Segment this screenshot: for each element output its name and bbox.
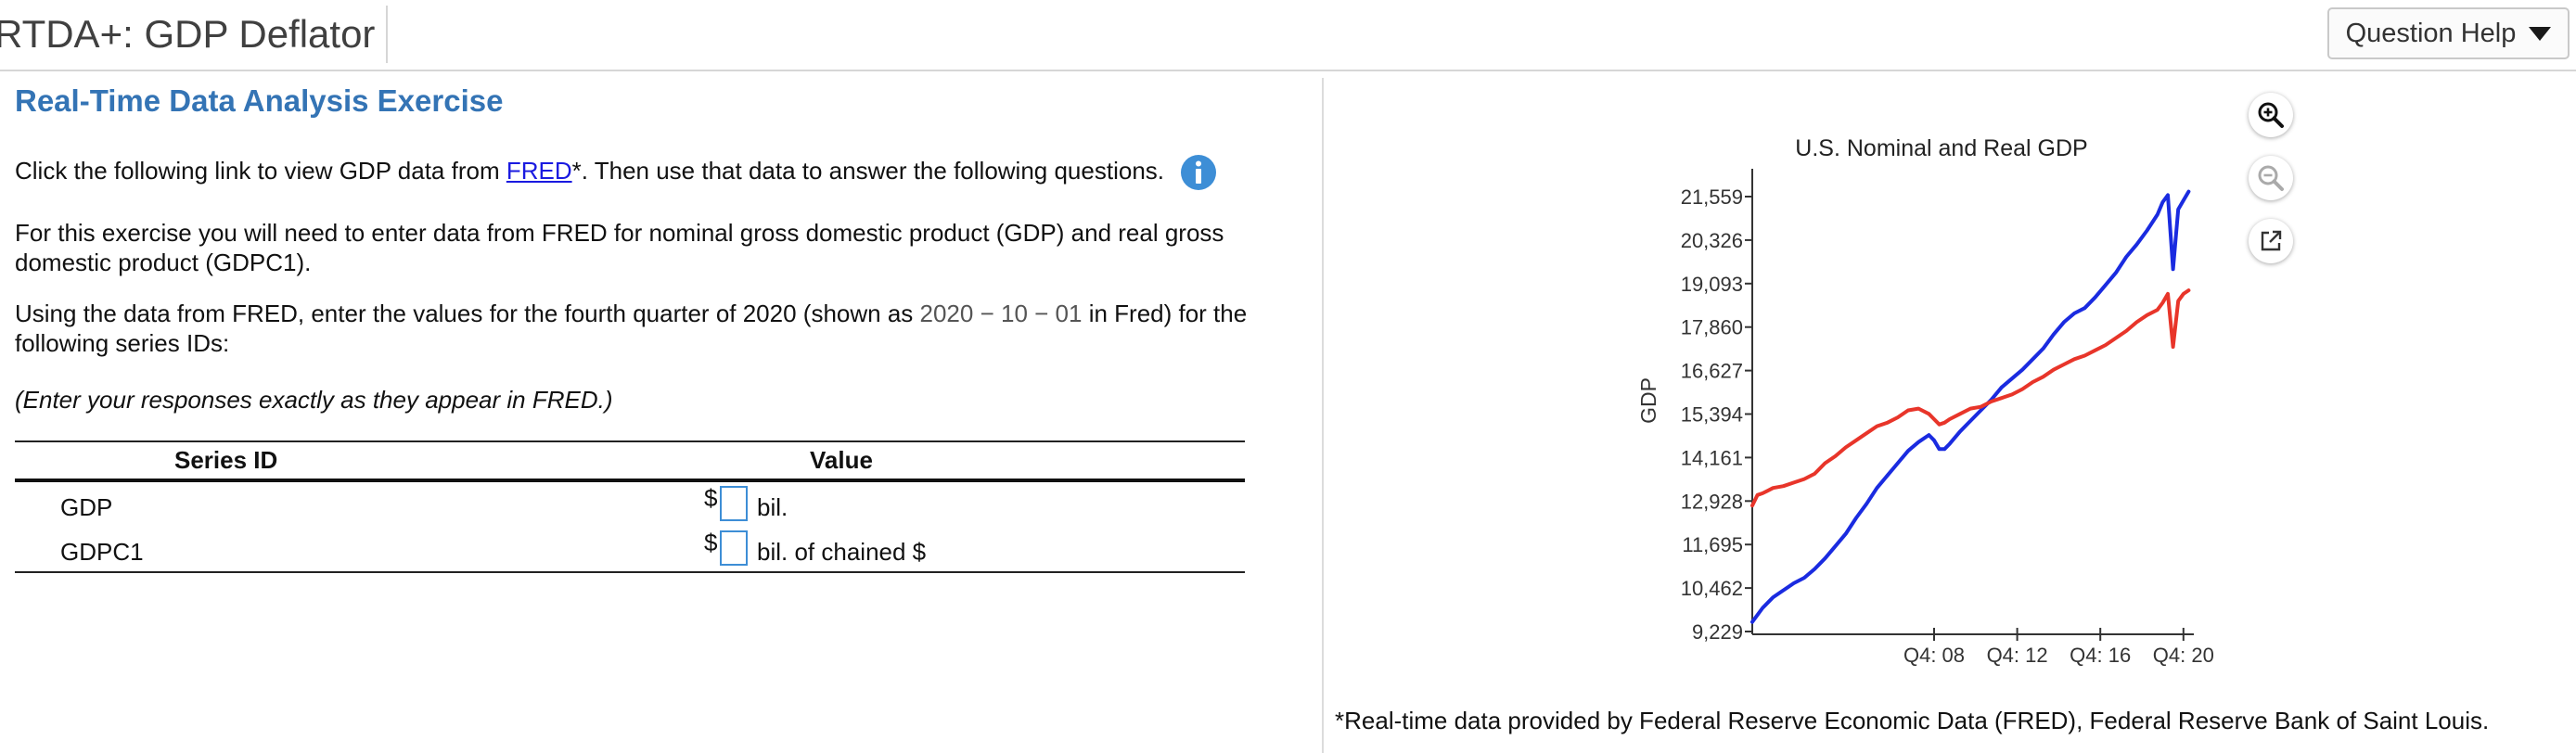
info-icon[interactable] [1180,154,1217,191]
date-paragraph-before: Using the data from FRED, enter the valu… [15,300,920,327]
intro-before-link: Click the following link to view GDP dat… [15,157,506,185]
y-tick-label: 12,928 [1681,490,1743,513]
gdp-value-input[interactable] [720,486,748,521]
header-series-id: Series ID [174,446,278,474]
question-help-button[interactable]: Question Help [2327,7,2570,59]
x-tick-label: Q4: 16 [2070,644,2131,667]
answer-table: Series ID Value GDP $ bil. GDPC1 $ bil. … [15,440,1245,573]
y-axis-label: GDP [1636,377,1660,424]
date-value: 2020 − 10 − 01 [919,300,1083,327]
table-header: Series ID Value [15,442,1245,482]
panel-divider [1322,78,1324,753]
table-row: GDP $ bil. [15,482,1245,527]
unit-label: bil. [757,493,788,521]
question-help-label: Question Help [2345,18,2517,48]
x-tick-label: Q4: 08 [1903,644,1965,667]
chart-axes: 9,229 10,462 11,695 12,928 14,161 15,394 16,62… [1681,169,2214,667]
y-tick-label: 10,462 [1681,577,1743,600]
zoom-in-icon [2258,102,2284,128]
gdp-chart: U.S. Nominal and Real GDP GDP 9,229 10,46… [1636,135,2214,667]
header-value: Value [810,446,873,474]
y-tick-label: 17,860 [1681,316,1743,339]
y-tick-label: 15,394 [1681,403,1743,427]
real-gdp-line [1750,288,2191,508]
table-bottom-rule [15,571,1245,573]
currency-symbol: $ [704,529,718,556]
footnote: *Real-time data provided by Federal Rese… [1335,707,2490,734]
y-tick-label: 19,093 [1681,273,1743,296]
app-title: RTDA+: GDP Deflator [0,6,389,63]
y-tick-label: 14,161 [1681,446,1743,469]
y-tick-label: 16,627 [1681,360,1743,383]
intro-text: Click the following link to view GDP dat… [15,152,1217,191]
y-tick-label: 21,559 [1681,185,1743,209]
x-tick-label: Q4: 20 [2153,644,2214,667]
top-bar: RTDA+: GDP Deflator Question Help [0,0,2576,71]
series-id-gdpc1: GDPC1 [60,538,144,566]
intro-after-link: *. Then use that data to answer the foll… [571,157,1164,185]
y-tick-label: 9,229 [1692,620,1743,644]
series-layer [1750,189,2191,624]
currency-symbol: $ [704,484,718,512]
response-instruction: (Enter your responses exactly as they ap… [15,386,613,414]
date-paragraph: Using the data from FRED, enter the valu… [15,299,1258,358]
series-id-gdp: GDP [60,493,113,521]
chart-title: U.S. Nominal and Real GDP [1795,135,2087,161]
y-tick-label: 20,326 [1681,229,1743,252]
instructions-paragraph: For this exercise you will need to enter… [15,219,1224,276]
unit-label: bil. of chained $ [757,538,927,566]
gdpc1-value-input[interactable] [720,530,748,566]
x-tick-label: Q4: 12 [1987,644,2048,667]
table-row: GDPC1 $ bil. of chained $ [15,527,1245,571]
fred-link[interactable]: FRED [506,157,572,185]
caret-down-icon [2529,26,2552,41]
exercise-title: Real-Time Data Analysis Exercise [15,83,504,118]
y-tick-label: 11,695 [1682,533,1743,556]
